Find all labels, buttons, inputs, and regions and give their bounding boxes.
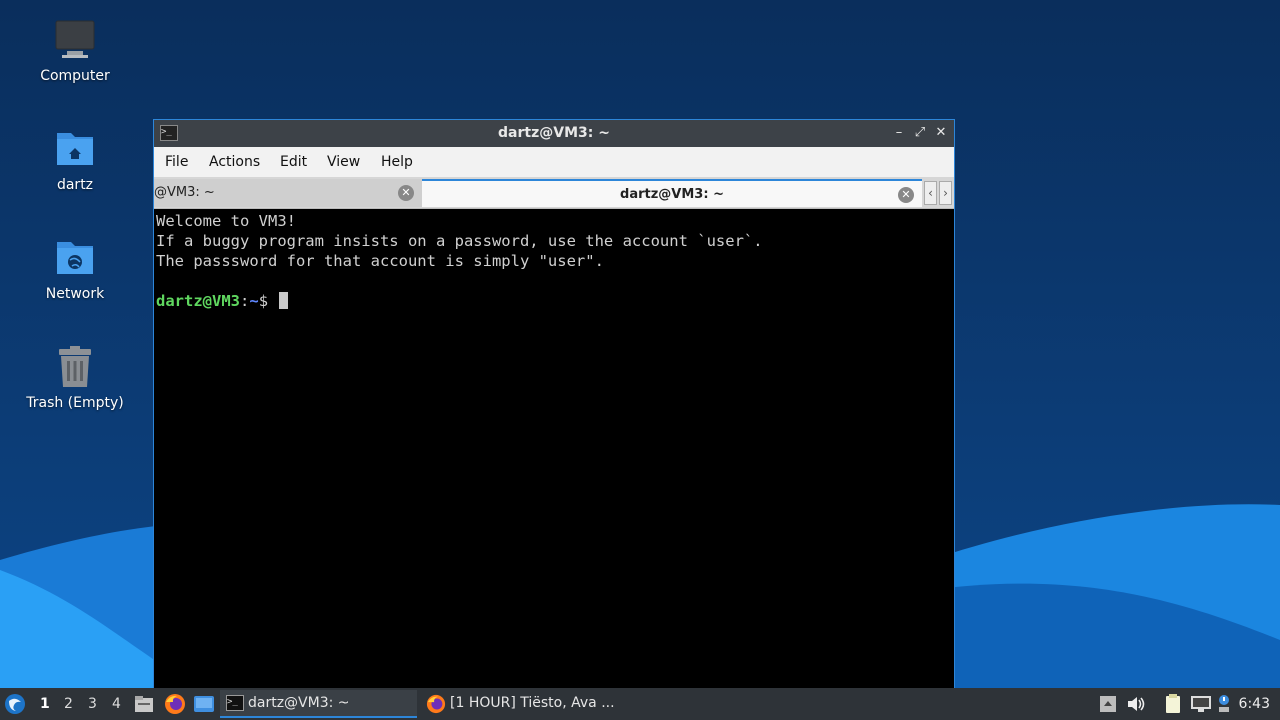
- desktop-icon-trash[interactable]: Trash (Empty): [20, 345, 130, 411]
- tab-next-button[interactable]: ›: [939, 181, 952, 205]
- show-desktop-icon[interactable]: [193, 695, 215, 713]
- menu-file[interactable]: File: [165, 154, 188, 170]
- task-firefox[interactable]: [1 HOUR] Tiësto, Ava ...: [422, 690, 622, 718]
- trash-icon: [53, 345, 97, 389]
- taskbar: 1 2 3 4 >_ dartz@VM3: ~ [1 HOUR] Tiësto,…: [0, 688, 1280, 720]
- volume-icon[interactable]: [1126, 695, 1146, 713]
- workspace-1[interactable]: 1: [40, 696, 50, 712]
- terminal-icon: >_: [226, 695, 244, 711]
- workspace-4[interactable]: 4: [112, 696, 121, 712]
- menu-edit[interactable]: Edit: [280, 154, 307, 170]
- tab-bar: @VM3: ~ ✕ dartz@VM3: ~ ✕ ‹ ›: [154, 177, 954, 209]
- terminal-line: The passsword for that account is simply…: [156, 252, 604, 270]
- tray-expand-icon[interactable]: [1099, 695, 1117, 713]
- text-cursor: [279, 292, 289, 309]
- desktop-icon-computer[interactable]: Computer: [20, 18, 130, 84]
- task-label: [1 HOUR] Tiësto, Ava ...: [450, 695, 615, 711]
- terminal-output[interactable]: Welcome to VM3! If a buggy program insis…: [156, 211, 952, 688]
- minimize-button[interactable]: –: [891, 124, 907, 142]
- firefox-icon: [426, 694, 446, 714]
- desktop-icon-label: dartz: [56, 177, 94, 193]
- file-manager-icon[interactable]: [134, 694, 154, 714]
- desktop-icon-label: Computer: [40, 68, 110, 84]
- network-folder-icon: [53, 236, 97, 280]
- menu-actions[interactable]: Actions: [209, 154, 260, 170]
- task-label: dartz@VM3: ~: [248, 695, 350, 711]
- desktop-icon-dartz[interactable]: dartz: [20, 127, 130, 193]
- desktop-icon-label: Trash (Empty): [26, 395, 124, 411]
- menu-help[interactable]: Help: [381, 154, 413, 170]
- prompt-symbol: $: [258, 292, 278, 310]
- terminal-line: If a buggy program insists on a password…: [156, 232, 763, 250]
- tab-label: @VM3: ~: [154, 185, 215, 200]
- task-terminal[interactable]: >_ dartz@VM3: ~: [220, 690, 417, 718]
- prompt-path: ~: [249, 292, 259, 310]
- start-menu-icon[interactable]: [4, 693, 26, 715]
- terminal-line: Welcome to VM3!: [156, 212, 296, 230]
- home-folder-icon: [53, 127, 97, 171]
- prompt-separator: :: [240, 292, 250, 310]
- menu-bar: File Actions Edit View Help: [154, 147, 954, 177]
- prompt-user: dartz@VM3: [156, 292, 240, 310]
- desktop-icon-network[interactable]: Network: [20, 236, 130, 302]
- network-icon[interactable]: [1190, 695, 1212, 713]
- clock[interactable]: 6:43: [1239, 696, 1270, 712]
- menu-view[interactable]: View: [327, 154, 360, 170]
- terminal-prompt-line: dartz@VM3:~$: [156, 291, 952, 311]
- terminal-window: >_ dartz@VM3: ~ – ⤢ ✕ File Actions Edit …: [153, 119, 955, 689]
- clipboard-icon[interactable]: [1163, 694, 1183, 714]
- computer-icon: [53, 18, 97, 62]
- tab-2[interactable]: dartz@VM3: ~ ✕: [422, 179, 922, 207]
- tab-1[interactable]: @VM3: ~ ✕: [154, 179, 422, 207]
- tab-close-icon[interactable]: ✕: [898, 187, 914, 203]
- firefox-icon[interactable]: [164, 693, 186, 715]
- window-title: dartz@VM3: ~: [498, 125, 610, 141]
- maximize-button[interactable]: ⤢: [912, 124, 928, 142]
- tab-prev-button[interactable]: ‹: [924, 181, 937, 205]
- tab-close-icon[interactable]: ✕: [398, 185, 414, 201]
- window-titlebar[interactable]: >_ dartz@VM3: ~ – ⤢ ✕: [154, 120, 954, 147]
- tab-label: dartz@VM3: ~: [620, 187, 724, 202]
- workspace-2[interactable]: 2: [64, 696, 73, 712]
- notification-icon[interactable]: [1217, 694, 1231, 714]
- close-button[interactable]: ✕: [933, 124, 949, 142]
- desktop-icon-label: Network: [45, 286, 105, 302]
- workspace-3[interactable]: 3: [88, 696, 97, 712]
